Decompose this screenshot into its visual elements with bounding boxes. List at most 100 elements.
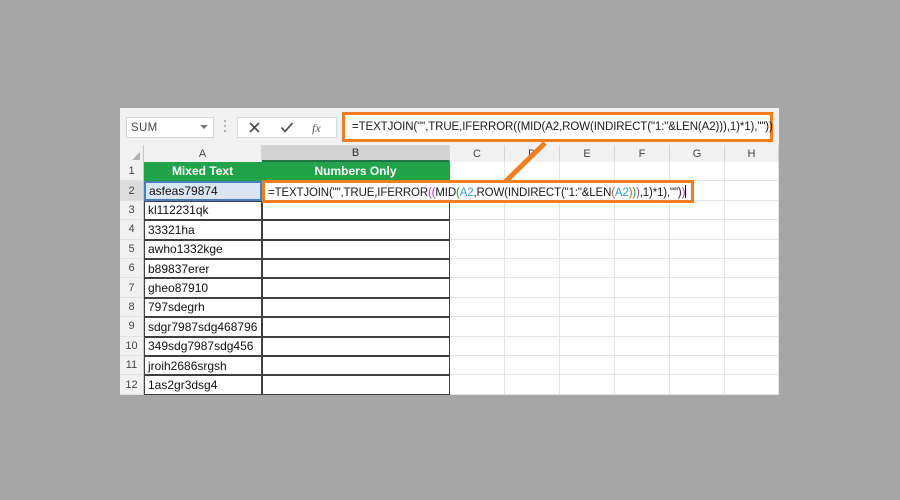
cell-B3[interactable] bbox=[262, 200, 450, 221]
cell-H1[interactable] bbox=[725, 162, 779, 182]
cell-F5[interactable] bbox=[615, 239, 670, 259]
cell-H4[interactable] bbox=[725, 220, 779, 240]
cell-A7[interactable]: gheo87910 bbox=[144, 278, 262, 298]
row-header-9[interactable]: 9 bbox=[120, 317, 144, 337]
column-header-h[interactable]: H bbox=[725, 145, 779, 162]
header-cell-a1[interactable]: Mixed Text bbox=[144, 162, 262, 182]
cell-E5[interactable] bbox=[560, 239, 615, 259]
cell-C11[interactable] bbox=[450, 356, 505, 376]
cell-D10[interactable] bbox=[505, 336, 560, 356]
cell-A4[interactable]: 33321ha bbox=[144, 220, 262, 240]
cell-B12[interactable] bbox=[262, 375, 450, 395]
cell-G12[interactable] bbox=[670, 375, 725, 395]
cell-E8[interactable] bbox=[560, 297, 615, 318]
cell-H8[interactable] bbox=[725, 297, 779, 318]
row-header-8[interactable]: 8 bbox=[120, 297, 144, 318]
cell-G4[interactable] bbox=[670, 220, 725, 240]
cell-H3[interactable] bbox=[725, 200, 779, 221]
cell-C6[interactable] bbox=[450, 259, 505, 279]
cell-E10[interactable] bbox=[560, 336, 615, 356]
row-header-5[interactable]: 5 bbox=[120, 239, 144, 259]
cell-C5[interactable] bbox=[450, 239, 505, 259]
checkmark-icon[interactable] bbox=[274, 118, 300, 137]
cell-B5[interactable] bbox=[262, 239, 450, 259]
cell-G10[interactable] bbox=[670, 336, 725, 356]
cell-B9[interactable] bbox=[262, 317, 450, 337]
column-header-a[interactable]: A bbox=[144, 145, 262, 162]
cell-H6[interactable] bbox=[725, 259, 779, 279]
cell-G6[interactable] bbox=[670, 259, 725, 279]
cell-G8[interactable] bbox=[670, 297, 725, 318]
cell-C4[interactable] bbox=[450, 220, 505, 240]
cell-D11[interactable] bbox=[505, 356, 560, 376]
column-header-c[interactable]: C bbox=[450, 145, 505, 162]
cell-B7[interactable] bbox=[262, 278, 450, 298]
cell-E6[interactable] bbox=[560, 259, 615, 279]
cell-C8[interactable] bbox=[450, 297, 505, 318]
cancel-icon[interactable] bbox=[241, 118, 267, 137]
row-header-3[interactable]: 3 bbox=[120, 200, 144, 221]
formula-input[interactable]: =TEXTJOIN("",TRUE,IFERROR((MID(A2,ROW(IN… bbox=[342, 112, 773, 142]
cell-C12[interactable] bbox=[450, 375, 505, 395]
column-header-g[interactable]: G bbox=[670, 145, 725, 162]
select-all-corner[interactable] bbox=[120, 145, 144, 162]
column-header-b[interactable]: B bbox=[262, 145, 450, 162]
cell-F1[interactable] bbox=[615, 162, 670, 182]
cell-G5[interactable] bbox=[670, 239, 725, 259]
cell-E11[interactable] bbox=[560, 356, 615, 376]
cell-A8[interactable]: 797sdegrh bbox=[144, 297, 262, 318]
cell-G9[interactable] bbox=[670, 317, 725, 337]
row-header-6[interactable]: 6 bbox=[120, 259, 144, 279]
cell-D8[interactable] bbox=[505, 297, 560, 318]
cell-C10[interactable] bbox=[450, 336, 505, 356]
row-header-4[interactable]: 4 bbox=[120, 220, 144, 240]
cell-D7[interactable] bbox=[505, 278, 560, 298]
column-header-d[interactable]: D bbox=[505, 145, 560, 162]
chevron-down-icon[interactable] bbox=[200, 123, 209, 132]
cell-E7[interactable] bbox=[560, 278, 615, 298]
cell-B11[interactable] bbox=[262, 356, 450, 376]
formula-bar-grip[interactable] bbox=[224, 120, 228, 135]
cell-A9[interactable]: sdgr7987sdg468796 bbox=[144, 317, 262, 337]
cell-F10[interactable] bbox=[615, 336, 670, 356]
cell-D1[interactable] bbox=[505, 162, 560, 182]
cell-D6[interactable] bbox=[505, 259, 560, 279]
cell-F9[interactable] bbox=[615, 317, 670, 337]
cell-A10[interactable]: 349sdg7987sdg456 bbox=[144, 336, 262, 356]
cell-F7[interactable] bbox=[615, 278, 670, 298]
cell-F12[interactable] bbox=[615, 375, 670, 395]
column-header-f[interactable]: F bbox=[615, 145, 670, 162]
cell-C3[interactable] bbox=[450, 200, 505, 221]
row-header-1[interactable]: 1 bbox=[120, 162, 144, 182]
cell-G1[interactable] bbox=[670, 162, 725, 182]
header-cell-b1[interactable]: Numbers Only bbox=[262, 162, 450, 182]
column-header-e[interactable]: E bbox=[560, 145, 615, 162]
cell-D12[interactable] bbox=[505, 375, 560, 395]
cell-B8[interactable] bbox=[262, 297, 450, 318]
cell-C1[interactable] bbox=[450, 162, 505, 182]
cell-H7[interactable] bbox=[725, 278, 779, 298]
row-header-10[interactable]: 10 bbox=[120, 336, 144, 356]
cell-E3[interactable] bbox=[560, 200, 615, 221]
row-header-11[interactable]: 11 bbox=[120, 356, 144, 376]
cell-editor-b2[interactable]: =TEXTJOIN("",TRUE,IFERROR((MID(A2,ROW(IN… bbox=[262, 180, 694, 203]
worksheet-grid[interactable]: ABCDEFGH 12345678910111213 Mixed TextNum… bbox=[120, 145, 779, 395]
cell-B4[interactable] bbox=[262, 220, 450, 240]
cell-B10[interactable] bbox=[262, 336, 450, 356]
cell-F4[interactable] bbox=[615, 220, 670, 240]
cell-H12[interactable] bbox=[725, 375, 779, 395]
cell-A2[interactable]: asfeas79874 bbox=[144, 181, 262, 201]
cell-F3[interactable] bbox=[615, 200, 670, 221]
fx-icon[interactable]: fx bbox=[307, 118, 333, 137]
cell-G7[interactable] bbox=[670, 278, 725, 298]
cell-A6[interactable]: b89837erer bbox=[144, 259, 262, 279]
cell-D3[interactable] bbox=[505, 200, 560, 221]
cell-H11[interactable] bbox=[725, 356, 779, 376]
cell-E12[interactable] bbox=[560, 375, 615, 395]
cell-F6[interactable] bbox=[615, 259, 670, 279]
cell-A3[interactable]: kl112231qk bbox=[144, 200, 262, 221]
cell-C7[interactable] bbox=[450, 278, 505, 298]
cell-E1[interactable] bbox=[560, 162, 615, 182]
name-box[interactable]: SUM bbox=[126, 117, 214, 138]
cell-H2[interactable] bbox=[725, 181, 779, 201]
